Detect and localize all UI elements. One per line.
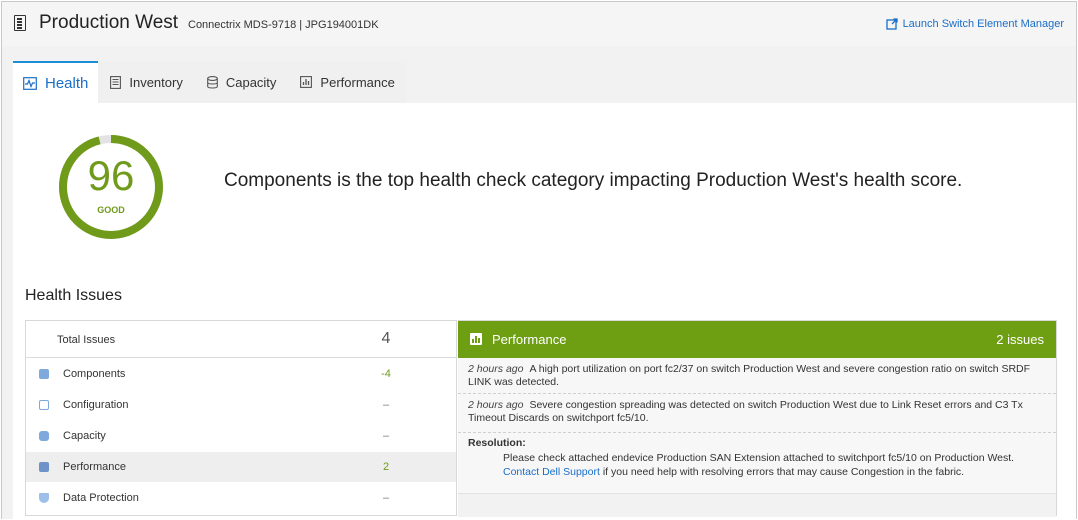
contact-support-link[interactable]: Contact Dell Support	[503, 466, 600, 478]
launch-element-manager-link[interactable]: Launch Switch Element Manager	[885, 18, 1064, 30]
external-link-icon	[885, 18, 898, 30]
issue-detail-footer	[458, 493, 1056, 517]
issue-text: Severe congestion spreading was detected…	[468, 399, 1023, 424]
category-label: Components	[63, 368, 126, 380]
issue-time: 2 hours ago	[468, 363, 524, 375]
issues-category-list: Total Issues 4 Components -4 Configurati…	[25, 320, 457, 516]
health-issues-title: Health Issues	[25, 287, 122, 304]
health-score-value: 96	[87, 152, 135, 199]
configuration-icon	[39, 400, 49, 410]
total-issues-label: Total Issues	[57, 334, 116, 346]
page-subtitle: Connectrix MDS-9718 | JPG194001DK	[188, 19, 379, 31]
performance-icon	[300, 76, 313, 88]
category-value: -4	[381, 368, 391, 380]
category-row-performance[interactable]: Performance 2	[26, 452, 456, 482]
launch-label: Launch Switch Element Manager	[902, 18, 1064, 30]
page-header: Production West Connectrix MDS-9718 | JP…	[2, 2, 1076, 46]
category-value: –	[382, 430, 390, 442]
tab-health[interactable]: Health	[13, 61, 99, 103]
category-row-capacity[interactable]: Capacity –	[26, 421, 456, 451]
issue-detail-panel: Performance 2 issues 2 hours ago A high p…	[458, 320, 1057, 517]
category-label: Capacity	[63, 430, 106, 442]
performance-icon	[470, 333, 482, 345]
resolution-text-b: if you need help with resolving errors t…	[602, 466, 965, 478]
tab-inventory[interactable]: Inventory	[98, 61, 195, 103]
issue-entry: 2 hours ago Severe congestion spreading w…	[458, 394, 1056, 433]
components-icon	[39, 369, 49, 379]
category-label: Configuration	[63, 399, 129, 411]
tab-capacity-label: Capacity	[225, 74, 277, 90]
inventory-icon	[110, 75, 122, 89]
health-summary: Components is the top health check categ…	[224, 170, 963, 191]
resolution-text-a: Please check attached endevice Productio…	[503, 452, 1015, 464]
health-score-rating: GOOD	[97, 205, 125, 215]
total-issues-value: 4	[381, 330, 391, 347]
switch-icon	[14, 15, 26, 31]
shield-icon	[39, 493, 49, 503]
tab-bar: Health Inventory Capacity Performance	[13, 61, 407, 103]
resolution-text: Please check attached endevice Productio…	[468, 451, 1046, 479]
tab-health-label: Health	[45, 74, 89, 92]
tab-performance-label: Performance	[320, 74, 395, 90]
category-label: Data Protection	[63, 492, 139, 504]
capacity-icon	[206, 75, 218, 89]
category-value: 2	[382, 461, 390, 473]
total-issues-row: Total Issues 4	[26, 321, 456, 358]
resolution-label: Resolution:	[468, 437, 526, 449]
issue-detail-title: Performance	[492, 332, 567, 347]
tab-performance[interactable]: Performance	[288, 61, 407, 103]
tab-capacity[interactable]: Capacity	[194, 61, 289, 103]
category-value: –	[382, 492, 390, 504]
issue-time: 2 hours ago	[468, 399, 524, 411]
issue-entry: 2 hours ago A high port utilization on po…	[458, 358, 1056, 394]
category-row-components[interactable]: Components -4	[26, 359, 456, 389]
issue-text: A high port utilization on port fc2/37 o…	[468, 363, 1031, 388]
category-row-data-protection[interactable]: Data Protection –	[26, 483, 456, 513]
category-value: –	[382, 399, 390, 411]
category-label: Performance	[63, 461, 126, 473]
issue-detail-count: 2 issues	[996, 332, 1044, 347]
page-title: Production West	[39, 12, 179, 33]
performance-icon	[39, 462, 49, 472]
health-icon	[23, 76, 37, 90]
category-row-configuration[interactable]: Configuration –	[26, 390, 456, 420]
resolution-block: Resolution: Please check attached endevi…	[458, 433, 1056, 493]
capacity-icon	[39, 431, 49, 441]
tab-inventory-label: Inventory	[129, 74, 183, 90]
issue-detail-header: Performance 2 issues	[458, 321, 1056, 358]
